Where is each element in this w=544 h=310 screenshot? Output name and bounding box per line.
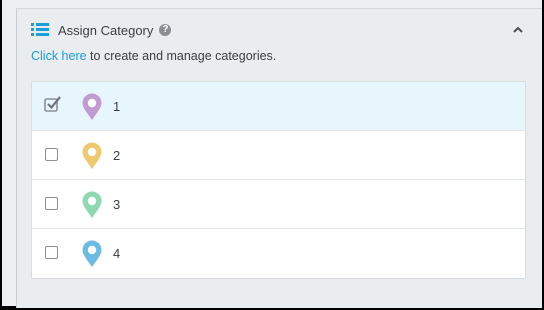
map-pin-icon bbox=[82, 142, 102, 169]
assign-category-panel: Assign Category ? Click here to create a… bbox=[16, 8, 542, 308]
category-row[interactable]: 3 bbox=[32, 180, 525, 229]
category-label: 3 bbox=[113, 197, 121, 212]
category-label: 4 bbox=[113, 246, 121, 261]
window-frame: Assign Category ? Click here to create a… bbox=[2, 0, 542, 308]
list-icon bbox=[31, 23, 49, 37]
map-pin-icon bbox=[82, 191, 102, 218]
manage-categories-link[interactable]: Click here bbox=[31, 49, 87, 63]
category-row[interactable]: 1 bbox=[32, 82, 525, 131]
map-pin-icon bbox=[82, 93, 102, 120]
category-checkbox[interactable] bbox=[45, 246, 58, 259]
chevron-up-icon[interactable] bbox=[512, 25, 524, 35]
category-checkbox[interactable] bbox=[45, 148, 58, 161]
category-row[interactable]: 2 bbox=[32, 131, 525, 180]
map-pin-icon bbox=[82, 240, 102, 267]
category-checkbox[interactable] bbox=[45, 197, 58, 210]
category-label: 2 bbox=[113, 148, 121, 163]
category-list: 1 2 3 4 bbox=[31, 81, 526, 279]
description-text: to create and manage categories. bbox=[86, 49, 277, 63]
category-label: 1 bbox=[113, 99, 121, 114]
section-title: Assign Category bbox=[58, 22, 154, 38]
category-row[interactable]: 4 bbox=[32, 229, 525, 277]
section-description: Click here to create and manage categori… bbox=[31, 49, 276, 63]
help-icon[interactable]: ? bbox=[159, 24, 172, 36]
section-header[interactable]: Assign Category ? bbox=[31, 19, 542, 41]
checked-checkbox-icon[interactable] bbox=[44, 94, 62, 112]
